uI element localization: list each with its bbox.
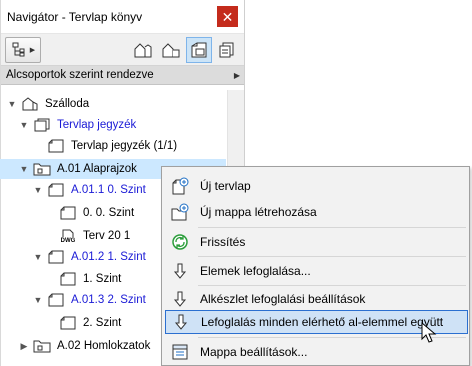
expand-chevron-icon[interactable]: ▼: [32, 295, 44, 305]
expand-chevron-icon[interactable]: ▼: [18, 164, 30, 174]
menu-item-label: Mappa beállítások...: [200, 345, 308, 359]
title-bar[interactable]: Navigátor - Tervlap könyv ✕: [1, 0, 244, 34]
tree-item-label: 0. 0. Szint: [83, 207, 135, 219]
tree-item-label: A.01.1 0. Szint: [71, 184, 146, 196]
dropdown-arrow-icon: ▶: [29, 46, 36, 54]
expand-arrow-icon: ▶: [233, 70, 241, 80]
mouse-pointer-icon: [421, 322, 437, 343]
tree-item-szalloda[interactable]: ▼ Szálloda: [6, 94, 89, 114]
menu-separator: [198, 256, 466, 257]
menu-separator: [198, 285, 466, 286]
layout-icon: [59, 315, 77, 331]
tree-item-2-szint[interactable]: 2. Szint: [44, 313, 121, 333]
tree-item-label: A.02 Homlokzatok: [57, 340, 151, 352]
tree-structure-icon: [12, 42, 25, 56]
reserve-settings-icon: [170, 289, 190, 309]
folder-icon: [33, 338, 51, 354]
layout-book-icon: [191, 42, 207, 57]
menu-separator: [198, 227, 466, 228]
menu-item-new-layout[interactable]: Új tervlap: [165, 174, 468, 198]
menu-item-label: Elemek lefoglalása...: [200, 264, 311, 278]
view-map-button[interactable]: [158, 37, 184, 63]
view-map-icon: [162, 42, 180, 57]
layout-icon: [59, 271, 77, 287]
tree-item-terv-20-1[interactable]: DWG Terv 20 1: [44, 226, 130, 246]
group-by-bar[interactable]: Alcsoportok szerint rendezve ▶: [1, 66, 244, 85]
tree-item-label: A.01.2 1. Szint: [71, 251, 146, 263]
tree-item-a02-homlokzatok[interactable]: ▶ A.02 Homlokzatok: [18, 336, 150, 356]
subset-icon: [47, 292, 65, 308]
folder-icon: [33, 161, 51, 177]
tree-item-label: Szálloda: [45, 98, 90, 110]
tree-item-1-szint[interactable]: 1. Szint: [44, 269, 121, 289]
tree-item-tervlap-jegyzek[interactable]: ▼ Tervlap jegyzék: [18, 115, 136, 135]
expand-chevron-icon[interactable]: ▶: [18, 341, 30, 352]
reserve-all-icon: [171, 312, 191, 332]
reserve-icon: [170, 261, 190, 281]
dwg-icon: DWG: [59, 228, 77, 244]
tree-item-label: Tervlap jegyzék: [57, 119, 137, 131]
tree-item-label: A.01 Alaprajzok: [57, 163, 137, 175]
expand-chevron-icon[interactable]: ▼: [18, 120, 30, 130]
project-map-icon: [134, 42, 152, 57]
tree-item-label: Tervlap jegyzék (1/1): [71, 140, 178, 152]
subset-icon: [47, 182, 65, 198]
close-button[interactable]: ✕: [217, 6, 238, 27]
tree-item-label: Terv 20 1: [83, 230, 131, 242]
new-folder-icon: [170, 202, 190, 222]
expand-chevron-icon[interactable]: ▼: [32, 252, 44, 262]
expand-chevron-icon[interactable]: ▼: [6, 99, 18, 109]
tree-item-a013[interactable]: ▼ A.01.3 2. Szint: [32, 290, 146, 310]
subset-icon: [47, 249, 65, 265]
menu-item-reserve-settings[interactable]: Alkészlet lefoglalási beállítások: [165, 287, 468, 311]
menu-item-label: Frissítés: [200, 235, 246, 249]
navigator-toolbar: ▶: [1, 34, 244, 66]
dwg-label: DWG: [60, 237, 76, 244]
group-by-label: Alcsoportok szerint rendezve: [6, 69, 154, 81]
tree-item-a012[interactable]: ▼ A.01.2 1. Szint: [32, 247, 146, 267]
tree-item-a011[interactable]: ▼ A.01.1 0. Szint: [32, 180, 146, 200]
menu-item-label: Alkészlet lefoglalási beállítások: [200, 292, 366, 306]
close-icon: ✕: [221, 8, 234, 25]
menu-item-refresh[interactable]: Frissítés: [165, 230, 468, 254]
refresh-icon: [170, 232, 190, 252]
menu-item-label: Lefoglalás minden elérhető al-elemmel eg…: [201, 315, 444, 329]
layout-book-button[interactable]: [186, 36, 212, 63]
tree-item-tervlap-jegyzek-1-1[interactable]: Tervlap jegyzék (1/1): [32, 136, 177, 156]
menu-item-label: Új tervlap: [200, 179, 251, 193]
menu-item-label: Új mappa létrehozása: [200, 205, 317, 219]
layout-icon: [59, 205, 77, 221]
tree-item-label: 1. Szint: [83, 273, 122, 285]
folder-settings-icon: [170, 342, 190, 362]
tree-structure-button[interactable]: ▶: [5, 36, 41, 63]
menu-item-reserve[interactable]: Elemek lefoglalása...: [165, 259, 468, 283]
expand-chevron-icon[interactable]: ▼: [32, 185, 44, 195]
building-icon: [21, 96, 39, 112]
tree-item-0-0-szint[interactable]: 0. 0. Szint: [44, 203, 134, 223]
tree-item-label: A.01.3 2. Szint: [71, 294, 146, 306]
menu-item-new-folder[interactable]: Új mappa létrehozása: [165, 200, 468, 224]
window-title: Navigátor - Tervlap könyv: [7, 9, 143, 24]
layout-icon: [47, 138, 65, 154]
publisher-sets-button[interactable]: [214, 37, 240, 63]
tree-item-label: 2. Szint: [83, 317, 122, 329]
layout-list-icon: [33, 117, 51, 133]
new-layout-icon: [170, 176, 190, 196]
publisher-sets-icon: [219, 42, 234, 57]
project-map-button[interactable]: [130, 37, 156, 63]
